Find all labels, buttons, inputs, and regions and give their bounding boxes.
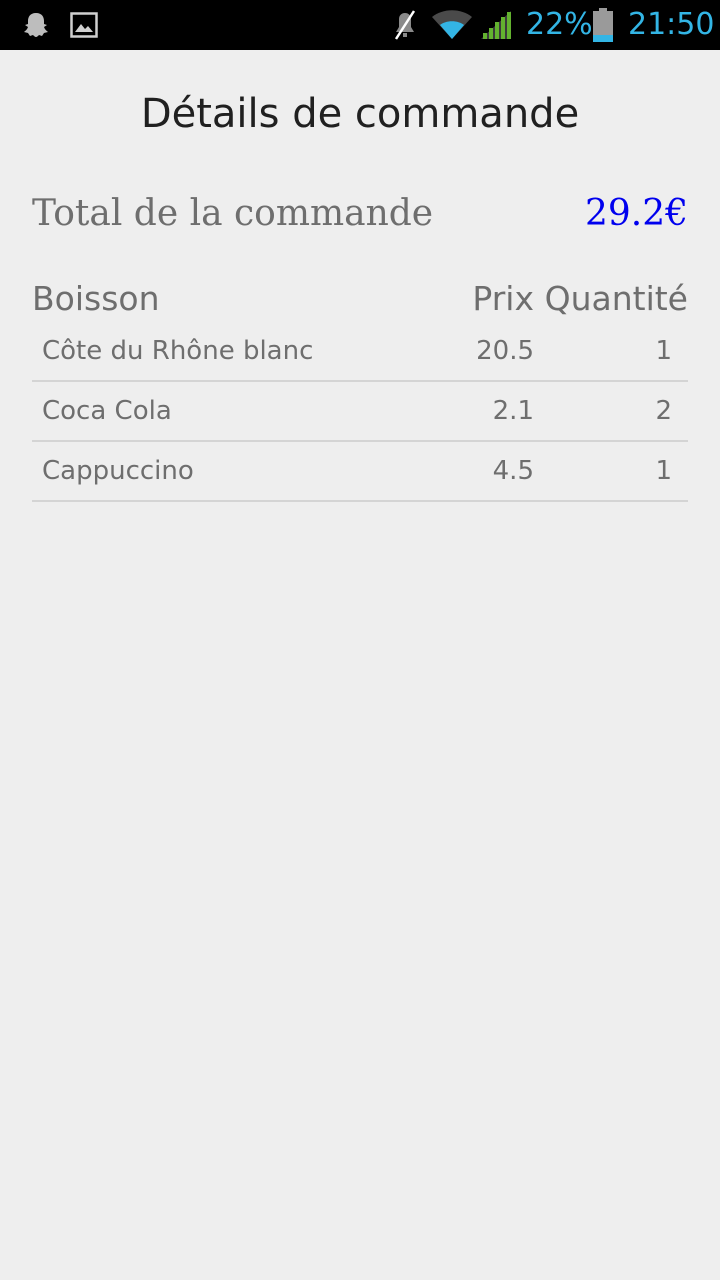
table-row: Cappuccino 4.5 1 bbox=[32, 442, 688, 502]
drink-name: Côte du Rhône blanc bbox=[42, 336, 314, 366]
drink-quantity: 2 bbox=[655, 396, 672, 426]
battery-icon bbox=[592, 0, 614, 50]
drink-name: Cappuccino bbox=[42, 456, 194, 486]
drink-price: 4.5 bbox=[492, 456, 534, 486]
image-icon bbox=[68, 0, 100, 50]
order-details-screen: 22% 21:50 Détails de commande Total de l… bbox=[0, 0, 720, 1280]
status-bar: 22% 21:50 bbox=[0, 0, 720, 50]
order-total-label: Total de la commande bbox=[32, 193, 434, 234]
page-title: Détails de commande bbox=[140, 91, 580, 137]
table-row: Côte du Rhône blanc 20.5 1 bbox=[32, 322, 688, 382]
column-header-quantity: Quantité bbox=[544, 279, 688, 318]
drink-quantity: 1 bbox=[655, 456, 672, 486]
column-header-drink: Boisson bbox=[32, 279, 160, 318]
table-row: Coca Cola 2.1 2 bbox=[32, 382, 688, 442]
mute-icon bbox=[390, 0, 420, 50]
battery-percent: 22% bbox=[526, 7, 593, 42]
drink-price: 20.5 bbox=[476, 336, 534, 366]
wifi-icon bbox=[430, 0, 474, 50]
drink-name: Coca Cola bbox=[42, 396, 172, 426]
column-header-price: Prix bbox=[472, 279, 534, 318]
drink-price: 2.1 bbox=[492, 396, 534, 426]
order-total-value: 29.2€ bbox=[584, 193, 688, 234]
signal-icon bbox=[478, 0, 514, 50]
clock: 21:50 bbox=[628, 7, 715, 42]
drink-quantity: 1 bbox=[655, 336, 672, 366]
snapchat-ghost-icon bbox=[18, 0, 54, 50]
